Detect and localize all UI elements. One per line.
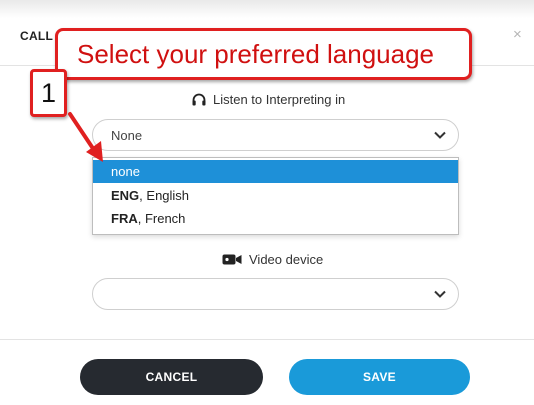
close-icon[interactable]: × <box>513 27 522 42</box>
interpreting-label-text: Listen to Interpreting in <box>213 92 346 107</box>
interpreting-label: Listen to Interpreting in <box>192 92 345 107</box>
annotation-step-badge: 1 <box>30 69 67 117</box>
cancel-button[interactable]: CANCEL <box>80 359 263 395</box>
language-dropdown-list: none ENG, English FRA, French <box>92 157 459 235</box>
language-option-french[interactable]: FRA, French <box>93 207 458 230</box>
chevron-down-icon <box>434 290 446 298</box>
annotation-callout-text: Select your preferred language <box>77 39 435 69</box>
footer-divider <box>0 339 534 340</box>
language-option-english[interactable]: ENG, English <box>93 184 458 207</box>
video-device-select[interactable] <box>92 278 459 310</box>
language-select-value: None <box>111 128 143 143</box>
top-strip <box>0 0 534 18</box>
annotation-callout: Select your preferred language <box>55 28 472 80</box>
language-option-code: FRA <box>111 211 138 226</box>
save-button[interactable]: SAVE <box>289 359 470 395</box>
chevron-down-icon <box>434 131 446 139</box>
language-option-name: none <box>111 164 140 179</box>
language-option-none[interactable]: none <box>93 160 458 183</box>
dialog-title: CALL <box>20 29 54 43</box>
language-option-code: ENG <box>111 188 140 203</box>
video-device-label-text: Video device <box>249 252 324 267</box>
language-option-name: , English <box>139 188 190 203</box>
language-select[interactable]: None <box>92 119 459 151</box>
annotation-step-number: 1 <box>40 78 57 108</box>
language-option-name: , French <box>137 211 186 226</box>
video-device-label: Video device <box>222 252 323 267</box>
video-camera-icon <box>222 254 242 265</box>
headphones-icon <box>192 93 206 106</box>
